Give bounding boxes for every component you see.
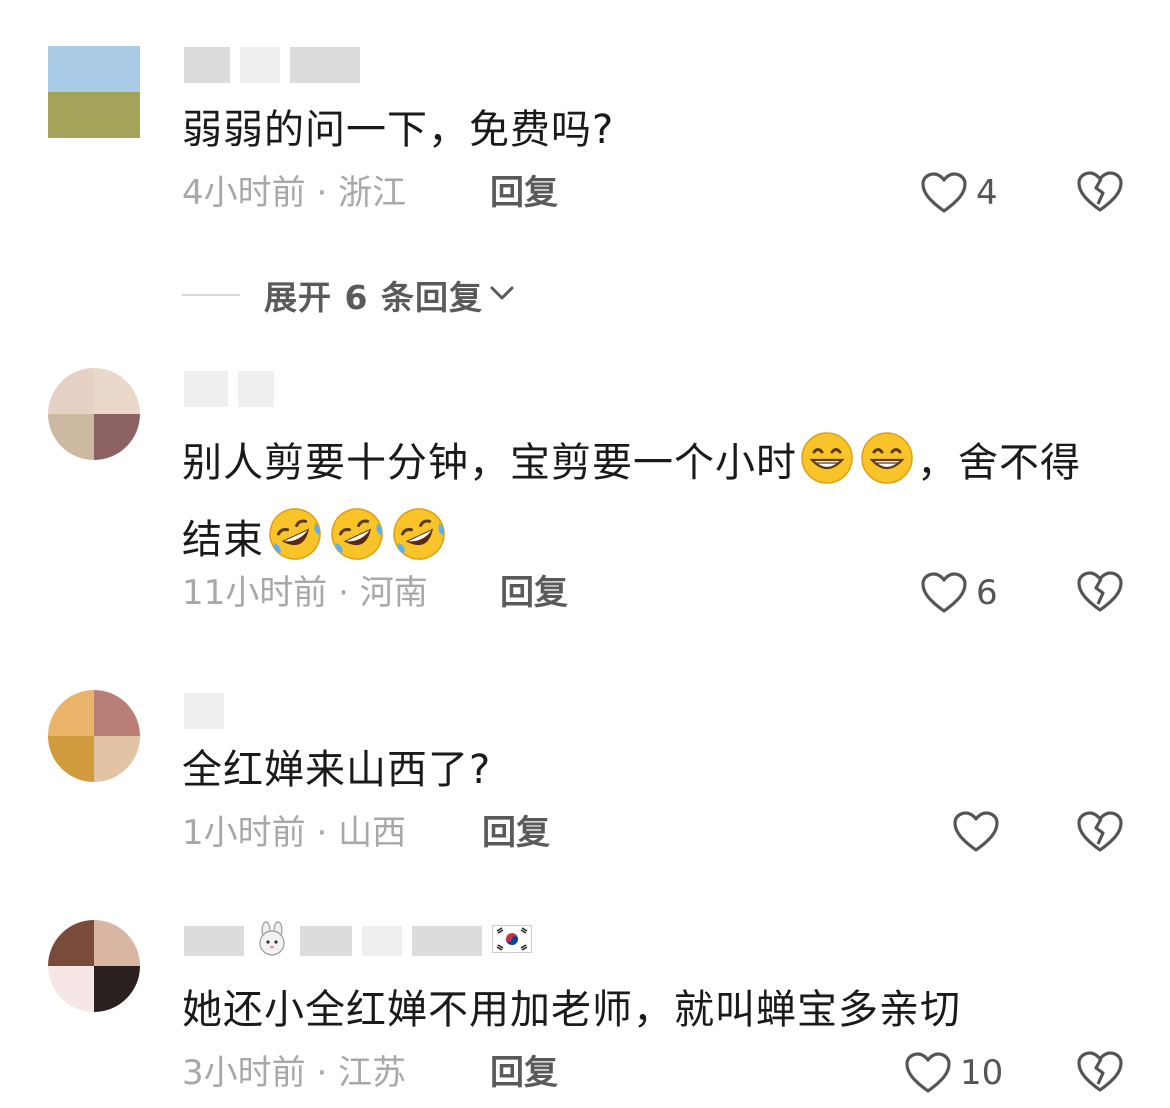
avatar-pixel <box>94 966 140 1012</box>
avatar-pixel <box>94 368 140 414</box>
like-button[interactable]: 4 <box>920 170 998 216</box>
avatar[interactable] <box>48 920 140 1012</box>
time-location: 4小时前 · 浙江 <box>182 173 407 213</box>
avatar-pixel <box>48 966 94 1012</box>
broken-heart-icon <box>1076 570 1124 614</box>
grinning-face-emoji <box>859 430 915 505</box>
expand-replies-label: 展开 6 条回复 <box>264 278 483 317</box>
avatar-pixel <box>94 736 140 782</box>
avatar-pixel <box>48 46 94 92</box>
username-blurred[interactable] <box>184 370 274 408</box>
comment-text-part: 别人剪要十分钟，宝剪要一个小时 <box>182 440 797 486</box>
avatar-pixel <box>48 736 94 782</box>
dislike-button[interactable] <box>1076 1050 1124 1094</box>
like-button[interactable]: 10 <box>904 1050 1003 1096</box>
reply-button[interactable]: 回复 <box>490 168 558 218</box>
chevron-down-icon <box>483 283 515 307</box>
expand-replies-button[interactable]: 展开 6 条回复 <box>182 270 515 320</box>
username-blurred[interactable] <box>184 46 360 84</box>
username-blurred[interactable] <box>184 921 532 961</box>
korea-flag-icon <box>492 925 532 957</box>
comment-meta-row: 11小时前 · 河南 回复 6 <box>182 568 1124 618</box>
time-location: 3小时前 · 江苏 <box>182 1053 407 1093</box>
comment-text: 她还小全红婵不用加老师，就叫蝉宝多亲切 <box>182 987 961 1033</box>
reply-button[interactable]: 回复 <box>500 568 568 618</box>
comment-time: 11小时前 <box>182 573 328 613</box>
dislike-button[interactable] <box>1076 170 1124 214</box>
dislike-button[interactable] <box>1076 570 1124 614</box>
comment-location: 山西 <box>338 813 407 853</box>
reply-button[interactable]: 回复 <box>482 808 550 858</box>
comment-meta-row: 4小时前 · 浙江 回复 4 <box>182 168 1124 218</box>
heart-outline-icon <box>920 171 968 215</box>
comment-location: 江苏 <box>338 1053 407 1093</box>
grinning-face-emoji <box>799 430 855 505</box>
avatar-pixel <box>48 92 94 138</box>
heart-outline-icon <box>920 571 968 615</box>
avatar-pixel <box>94 690 140 736</box>
comment-text: 全红婵来山西了? <box>182 747 492 793</box>
broken-heart-icon <box>1076 1050 1124 1094</box>
comment-meta-row: 3小时前 · 江苏 回复 10 <box>182 1048 1124 1098</box>
broken-heart-icon <box>1076 810 1124 854</box>
avatar-pixel <box>48 920 94 966</box>
reply-button[interactable]: 回复 <box>490 1048 558 1098</box>
avatar-pixel <box>94 414 140 460</box>
time-location: 1小时前 · 山西 <box>182 813 407 853</box>
comment-time: 4小时前 <box>182 173 306 213</box>
avatar-pixel <box>48 414 94 460</box>
heart-outline-icon <box>904 1051 952 1095</box>
avatar-pixel <box>94 46 140 92</box>
avatar[interactable] <box>48 46 140 138</box>
avatar-pixel <box>48 690 94 736</box>
comment-meta-row: 1小时前 · 山西 回复 <box>182 808 1124 858</box>
like-count: 6 <box>976 573 998 613</box>
comment-time: 3小时前 <box>182 1053 306 1093</box>
like-count: 10 <box>960 1053 1004 1093</box>
avatar[interactable] <box>48 368 140 460</box>
avatar-pixel <box>94 92 140 138</box>
avatar-pixel <box>48 368 94 414</box>
time-location: 11小时前 · 河南 <box>182 573 428 613</box>
comment-text: 弱弱的问一下，免费吗? <box>182 107 615 153</box>
broken-heart-icon <box>1076 170 1124 214</box>
like-button[interactable] <box>952 810 1008 854</box>
like-button[interactable]: 6 <box>920 570 998 616</box>
avatar-pixel <box>94 920 140 966</box>
comment-location: 河南 <box>359 573 428 613</box>
username-blurred[interactable] <box>184 692 224 730</box>
heart-outline-icon <box>952 810 1000 854</box>
comment-time: 1小时前 <box>182 813 306 853</box>
rabbit-face-emoji <box>254 921 290 961</box>
divider <box>182 294 240 296</box>
avatar[interactable] <box>48 690 140 782</box>
dislike-button[interactable] <box>1076 810 1124 854</box>
comment-text: 别人剪要十分钟，宝剪要一个小时 ，舍不得结束 <box>182 430 1100 582</box>
like-count: 4 <box>976 173 998 213</box>
comment-location: 浙江 <box>338 173 407 213</box>
